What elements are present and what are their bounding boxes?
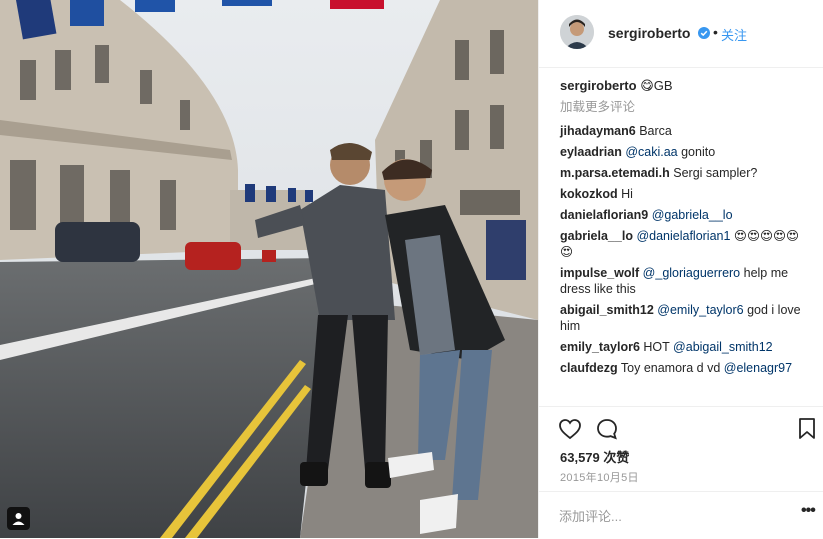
street-photo-illustration bbox=[0, 0, 538, 538]
comment-list: sergiroberto 😋GB 加载更多评论 jihadayman6 Barc… bbox=[560, 78, 812, 381]
comment-item: jihadayman6 Barca bbox=[560, 123, 812, 139]
comment-text: Hi bbox=[621, 187, 633, 201]
comment-text: gonito bbox=[677, 145, 716, 159]
post-photo[interactable] bbox=[0, 0, 538, 538]
like-count[interactable]: 63,579 次赞 bbox=[560, 447, 629, 466]
comment-mention[interactable]: @emily_taylor6 bbox=[657, 303, 743, 317]
multiple-photos-icon[interactable] bbox=[7, 507, 30, 530]
comment-mention[interactable]: @gabriela__lo bbox=[652, 208, 733, 222]
comment-mention[interactable]: @danielaflorian1 bbox=[636, 229, 730, 243]
comment-item: gabriela__lo @danielaflorian1 😍😍😍😍😍😍 bbox=[560, 228, 812, 260]
comment-item: kokozkod Hi bbox=[560, 186, 812, 202]
add-comment-input[interactable] bbox=[559, 506, 779, 526]
comment-username[interactable]: jihadayman6 bbox=[560, 124, 636, 138]
comment-item: abigail_smith12 @emily_taylor6 god i lov… bbox=[560, 302, 812, 334]
multiple-photos-glyph bbox=[12, 513, 25, 525]
comment-username[interactable]: m.parsa.etemadi.h bbox=[560, 166, 670, 180]
post-date[interactable]: 2015年10月5日 bbox=[560, 469, 639, 485]
comment-item: m.parsa.etemadi.h Sergi sampler? bbox=[560, 165, 812, 181]
comment-text: HOT bbox=[643, 340, 674, 354]
post-header: sergiroberto • 关注 bbox=[539, 0, 823, 68]
comment-mention[interactable]: @caki.aa bbox=[625, 145, 677, 159]
comment-username[interactable]: kokozkod bbox=[560, 187, 618, 201]
comments-container: jihadayman6 Barca eylaadrian @caki.aa gon… bbox=[560, 123, 812, 376]
comment-mention[interactable]: @elenagr97 bbox=[724, 361, 792, 375]
comment-item: claufdezg Toy enamora d vd @elenagr97 bbox=[560, 360, 812, 376]
post-sidebar: sergiroberto • 关注 sergiroberto 😋GB 加载更多评… bbox=[538, 0, 823, 538]
comment-username[interactable]: eylaadrian bbox=[560, 145, 622, 159]
comment-username[interactable]: gabriela__lo bbox=[560, 229, 633, 243]
comment-item: eylaadrian @caki.aa gonito bbox=[560, 144, 812, 160]
add-comment-bar: ••• bbox=[539, 491, 823, 539]
post-author-username[interactable]: sergiroberto bbox=[608, 25, 690, 41]
caption-username[interactable]: sergiroberto bbox=[560, 78, 637, 93]
comment-text: Toy enamora d vd bbox=[620, 361, 724, 375]
caption-text: 😋GB bbox=[640, 78, 673, 93]
verified-icon bbox=[698, 27, 710, 39]
avatar-image bbox=[560, 15, 594, 49]
post-caption: sergiroberto 😋GB bbox=[560, 78, 812, 94]
comment-bubble-icon[interactable] bbox=[595, 417, 619, 441]
comment-username[interactable]: abigail_smith12 bbox=[560, 303, 654, 317]
comment-item: emily_taylor6 HOT @abigail_smith12 bbox=[560, 339, 812, 355]
bookmark-icon[interactable] bbox=[797, 417, 817, 441]
follow-button[interactable]: 关注 bbox=[721, 25, 747, 44]
comment-text: Barca bbox=[639, 124, 672, 138]
more-options-button[interactable]: ••• bbox=[801, 502, 816, 520]
comment-text: Sergi sampler? bbox=[673, 166, 758, 180]
comment-item: impulse_wolf @_gloriaguerrero help me dr… bbox=[560, 265, 812, 297]
comment-mention[interactable]: @abigail_smith12 bbox=[673, 340, 773, 354]
comment-mention[interactable]: @_gloriaguerrero bbox=[643, 266, 740, 280]
comment-username[interactable]: impulse_wolf bbox=[560, 266, 639, 280]
comment-username[interactable]: claufdezg bbox=[560, 361, 618, 375]
load-more-comments-button[interactable]: 加载更多评论 bbox=[560, 99, 812, 115]
comment-username[interactable]: emily_taylor6 bbox=[560, 340, 640, 354]
post-actions: 63,579 次赞 2015年10月5日 ••• bbox=[539, 406, 823, 539]
comment-username[interactable]: danielaflorian9 bbox=[560, 208, 648, 222]
separator-dot: • bbox=[713, 24, 718, 40]
avatar[interactable] bbox=[560, 15, 594, 49]
heart-icon[interactable] bbox=[558, 417, 582, 441]
comment-item: danielaflorian9 @gabriela__lo bbox=[560, 207, 812, 223]
